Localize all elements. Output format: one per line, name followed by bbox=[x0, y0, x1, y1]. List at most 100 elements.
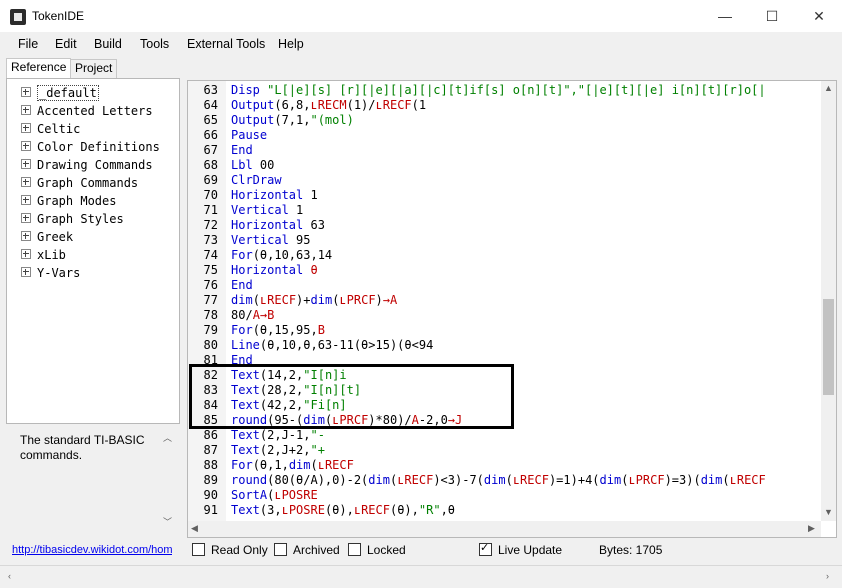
scroll-thumb[interactable] bbox=[823, 299, 834, 395]
code-line[interactable]: 69 ClrDraw bbox=[188, 173, 820, 188]
code-token: For bbox=[231, 458, 253, 472]
locked-checkbox[interactable]: Locked bbox=[348, 543, 406, 557]
tree-item-accented-letters[interactable]: Accented Letters bbox=[21, 102, 153, 120]
menu-tools[interactable]: Tools bbox=[140, 37, 169, 51]
code-token: )=3)( bbox=[664, 473, 701, 487]
editor-vertical-scrollbar[interactable]: ▲ ▼ bbox=[821, 81, 836, 521]
code-line[interactable]: 90 SortA(ʟPOSRE bbox=[188, 488, 820, 503]
archived-checkbox[interactable]: Archived bbox=[274, 543, 340, 557]
checkbox-box[interactable] bbox=[348, 543, 361, 556]
code-text: SortA(ʟPOSRE bbox=[231, 488, 318, 503]
code-text: Text(2,J-1,"- bbox=[231, 428, 325, 443]
menu-help[interactable]: Help bbox=[278, 37, 304, 51]
scroll-down-arrow-icon[interactable]: ▼ bbox=[824, 507, 833, 517]
maximize-button[interactable]: ☐ bbox=[749, 0, 795, 32]
code-line[interactable]: 88 For(θ,1,dim(ʟRECF bbox=[188, 458, 820, 473]
code-text: ClrDraw bbox=[231, 173, 282, 188]
code-line[interactable]: 72 Horizontal 63 bbox=[188, 218, 820, 233]
close-button[interactable]: ✕ bbox=[796, 0, 842, 32]
checkbox-checked[interactable] bbox=[479, 541, 492, 556]
menu-external-tools[interactable]: External Tools bbox=[187, 37, 265, 51]
code-line[interactable]: 89 round(80(θ/A),0)-2(dim(ʟRECF)<3)-7(dim… bbox=[188, 473, 820, 488]
scroll-left-icon[interactable]: ‹ bbox=[8, 571, 11, 581]
code-line[interactable]: 68 Lbl 00 bbox=[188, 158, 820, 173]
tree-item-graph-styles[interactable]: Graph Styles bbox=[21, 210, 124, 228]
tree-item-y-vars[interactable]: Y-Vars bbox=[21, 264, 80, 282]
tab-project[interactable]: Project bbox=[70, 59, 118, 78]
code-line[interactable]: 67 End bbox=[188, 143, 820, 158]
menu-build[interactable]: Build bbox=[94, 37, 122, 51]
reference-tree: _default Accented Letters Celtic Color D… bbox=[6, 78, 180, 424]
code-line[interactable]: 76 End bbox=[188, 278, 820, 293]
expand-icon[interactable] bbox=[21, 267, 31, 277]
tree-item-xlib[interactable]: xLib bbox=[21, 246, 66, 264]
code-line[interactable]: 87 Text(2,J+2,"+ bbox=[188, 443, 820, 458]
code-line[interactable]: 80 Line(θ,10,θ,63-11(θ>15)(θ<94 bbox=[188, 338, 820, 353]
menu-edit[interactable]: Edit bbox=[55, 37, 77, 51]
tab-reference[interactable]: Reference bbox=[6, 58, 72, 79]
expand-icon[interactable] bbox=[21, 87, 31, 97]
tree-item-drawing-commands[interactable]: Drawing Commands bbox=[21, 156, 153, 174]
window-horizontal-scrollbar[interactable]: ‹ › bbox=[0, 565, 842, 588]
code-line[interactable]: 86 Text(2,J-1,"- bbox=[188, 428, 820, 443]
expand-icon[interactable] bbox=[21, 231, 31, 241]
live-update-checkbox[interactable]: Live Update bbox=[479, 541, 562, 557]
code-line[interactable]: 91 Text(3,ʟPOSRE(θ),ʟRECF(θ),"R",θ bbox=[188, 503, 820, 518]
code-line[interactable]: 63 Disp "L[|e][s] [r][|e][|a][|c][t]if[s]… bbox=[188, 83, 820, 98]
scroll-up-icon[interactable]: ︿ bbox=[163, 431, 172, 444]
code-line[interactable]: 74 For(θ,10,63,14 bbox=[188, 248, 820, 263]
expand-icon[interactable] bbox=[21, 123, 31, 133]
code-token: ʟPOSRE bbox=[281, 503, 325, 517]
code-token: "L[|e][s] [r][|e][|a][|c][t]if[s] o[n][t… bbox=[267, 83, 766, 97]
code-token: dim bbox=[288, 458, 311, 472]
code-token: For bbox=[231, 248, 253, 262]
expand-icon[interactable] bbox=[21, 177, 31, 187]
tree-item-graph-modes[interactable]: Graph Modes bbox=[21, 192, 116, 210]
expand-icon[interactable] bbox=[21, 195, 31, 205]
code-line[interactable]: 65 Output(7,1,"(mol) bbox=[188, 113, 820, 128]
description-scrollbar[interactable]: ︿ ﹀ bbox=[159, 429, 177, 533]
code-token: ( bbox=[722, 473, 730, 487]
tree-item-default[interactable]: _default bbox=[21, 84, 99, 102]
tree-item-graph-commands[interactable]: Graph Commands bbox=[21, 174, 138, 192]
editor-horizontal-scrollbar[interactable]: ◀ ▶ bbox=[188, 521, 821, 537]
tree-item-color-definitions[interactable]: Color Definitions bbox=[21, 138, 160, 156]
code-line[interactable]: 71 Vertical 1 bbox=[188, 203, 820, 218]
code-line[interactable]: 79 For(θ,15,95,B bbox=[188, 323, 820, 338]
expand-icon[interactable] bbox=[21, 213, 31, 223]
code-token: End bbox=[231, 143, 253, 157]
code-token: ( bbox=[310, 458, 318, 472]
wiki-link[interactable]: http://tibasicdev.wikidot.com/home bbox=[12, 544, 172, 556]
menu-file[interactable]: File bbox=[18, 37, 38, 51]
scroll-right-arrow-icon[interactable]: ▶ bbox=[808, 523, 815, 534]
code-token: (6,8, bbox=[274, 98, 311, 112]
tree-item-celtic[interactable]: Celtic bbox=[21, 120, 80, 138]
code-token: )<3)-7( bbox=[433, 473, 484, 487]
code-line[interactable]: 70 Horizontal 1 bbox=[188, 188, 820, 203]
line-number: 66 bbox=[203, 128, 218, 142]
scroll-left-arrow-icon[interactable]: ◀ bbox=[191, 523, 198, 534]
expand-icon[interactable] bbox=[21, 105, 31, 115]
checkbox-box[interactable] bbox=[274, 543, 287, 556]
expand-icon[interactable] bbox=[21, 141, 31, 151]
code-editor[interactable]: 63 Disp "L[|e][s] [r][|e][|a][|c][t]if[s]… bbox=[187, 80, 837, 538]
tree-item-greek[interactable]: Greek bbox=[21, 228, 73, 246]
expand-icon[interactable] bbox=[21, 159, 31, 169]
expand-icon[interactable] bbox=[21, 249, 31, 259]
scroll-down-icon[interactable]: ﹀ bbox=[163, 515, 172, 528]
code-line[interactable]: 73 Vertical 95 bbox=[188, 233, 820, 248]
scroll-up-arrow-icon[interactable]: ▲ bbox=[824, 83, 833, 93]
code-line[interactable]: 66 Pause bbox=[188, 128, 820, 143]
code-line[interactable]: 75 Horizontal θ bbox=[188, 263, 820, 278]
code-line[interactable]: 64 Output(6,8,ʟRECM(1)/ʟRECF(1 bbox=[188, 98, 820, 113]
code-token: "R" bbox=[418, 503, 441, 517]
checkbox-box[interactable] bbox=[192, 543, 205, 556]
line-number: 79 bbox=[203, 323, 218, 337]
scroll-right-icon[interactable]: › bbox=[826, 571, 829, 581]
read-only-checkbox[interactable]: Read Only bbox=[192, 543, 268, 557]
code-text: Vertical 95 bbox=[231, 233, 310, 248]
code-line[interactable]: 77 dim(ʟRECF)+dim(ʟPRCF)→A bbox=[188, 293, 820, 308]
code-token: "+ bbox=[310, 443, 325, 457]
minimize-button[interactable]: — bbox=[702, 0, 748, 32]
code-line[interactable]: 78 80/A→B bbox=[188, 308, 820, 323]
